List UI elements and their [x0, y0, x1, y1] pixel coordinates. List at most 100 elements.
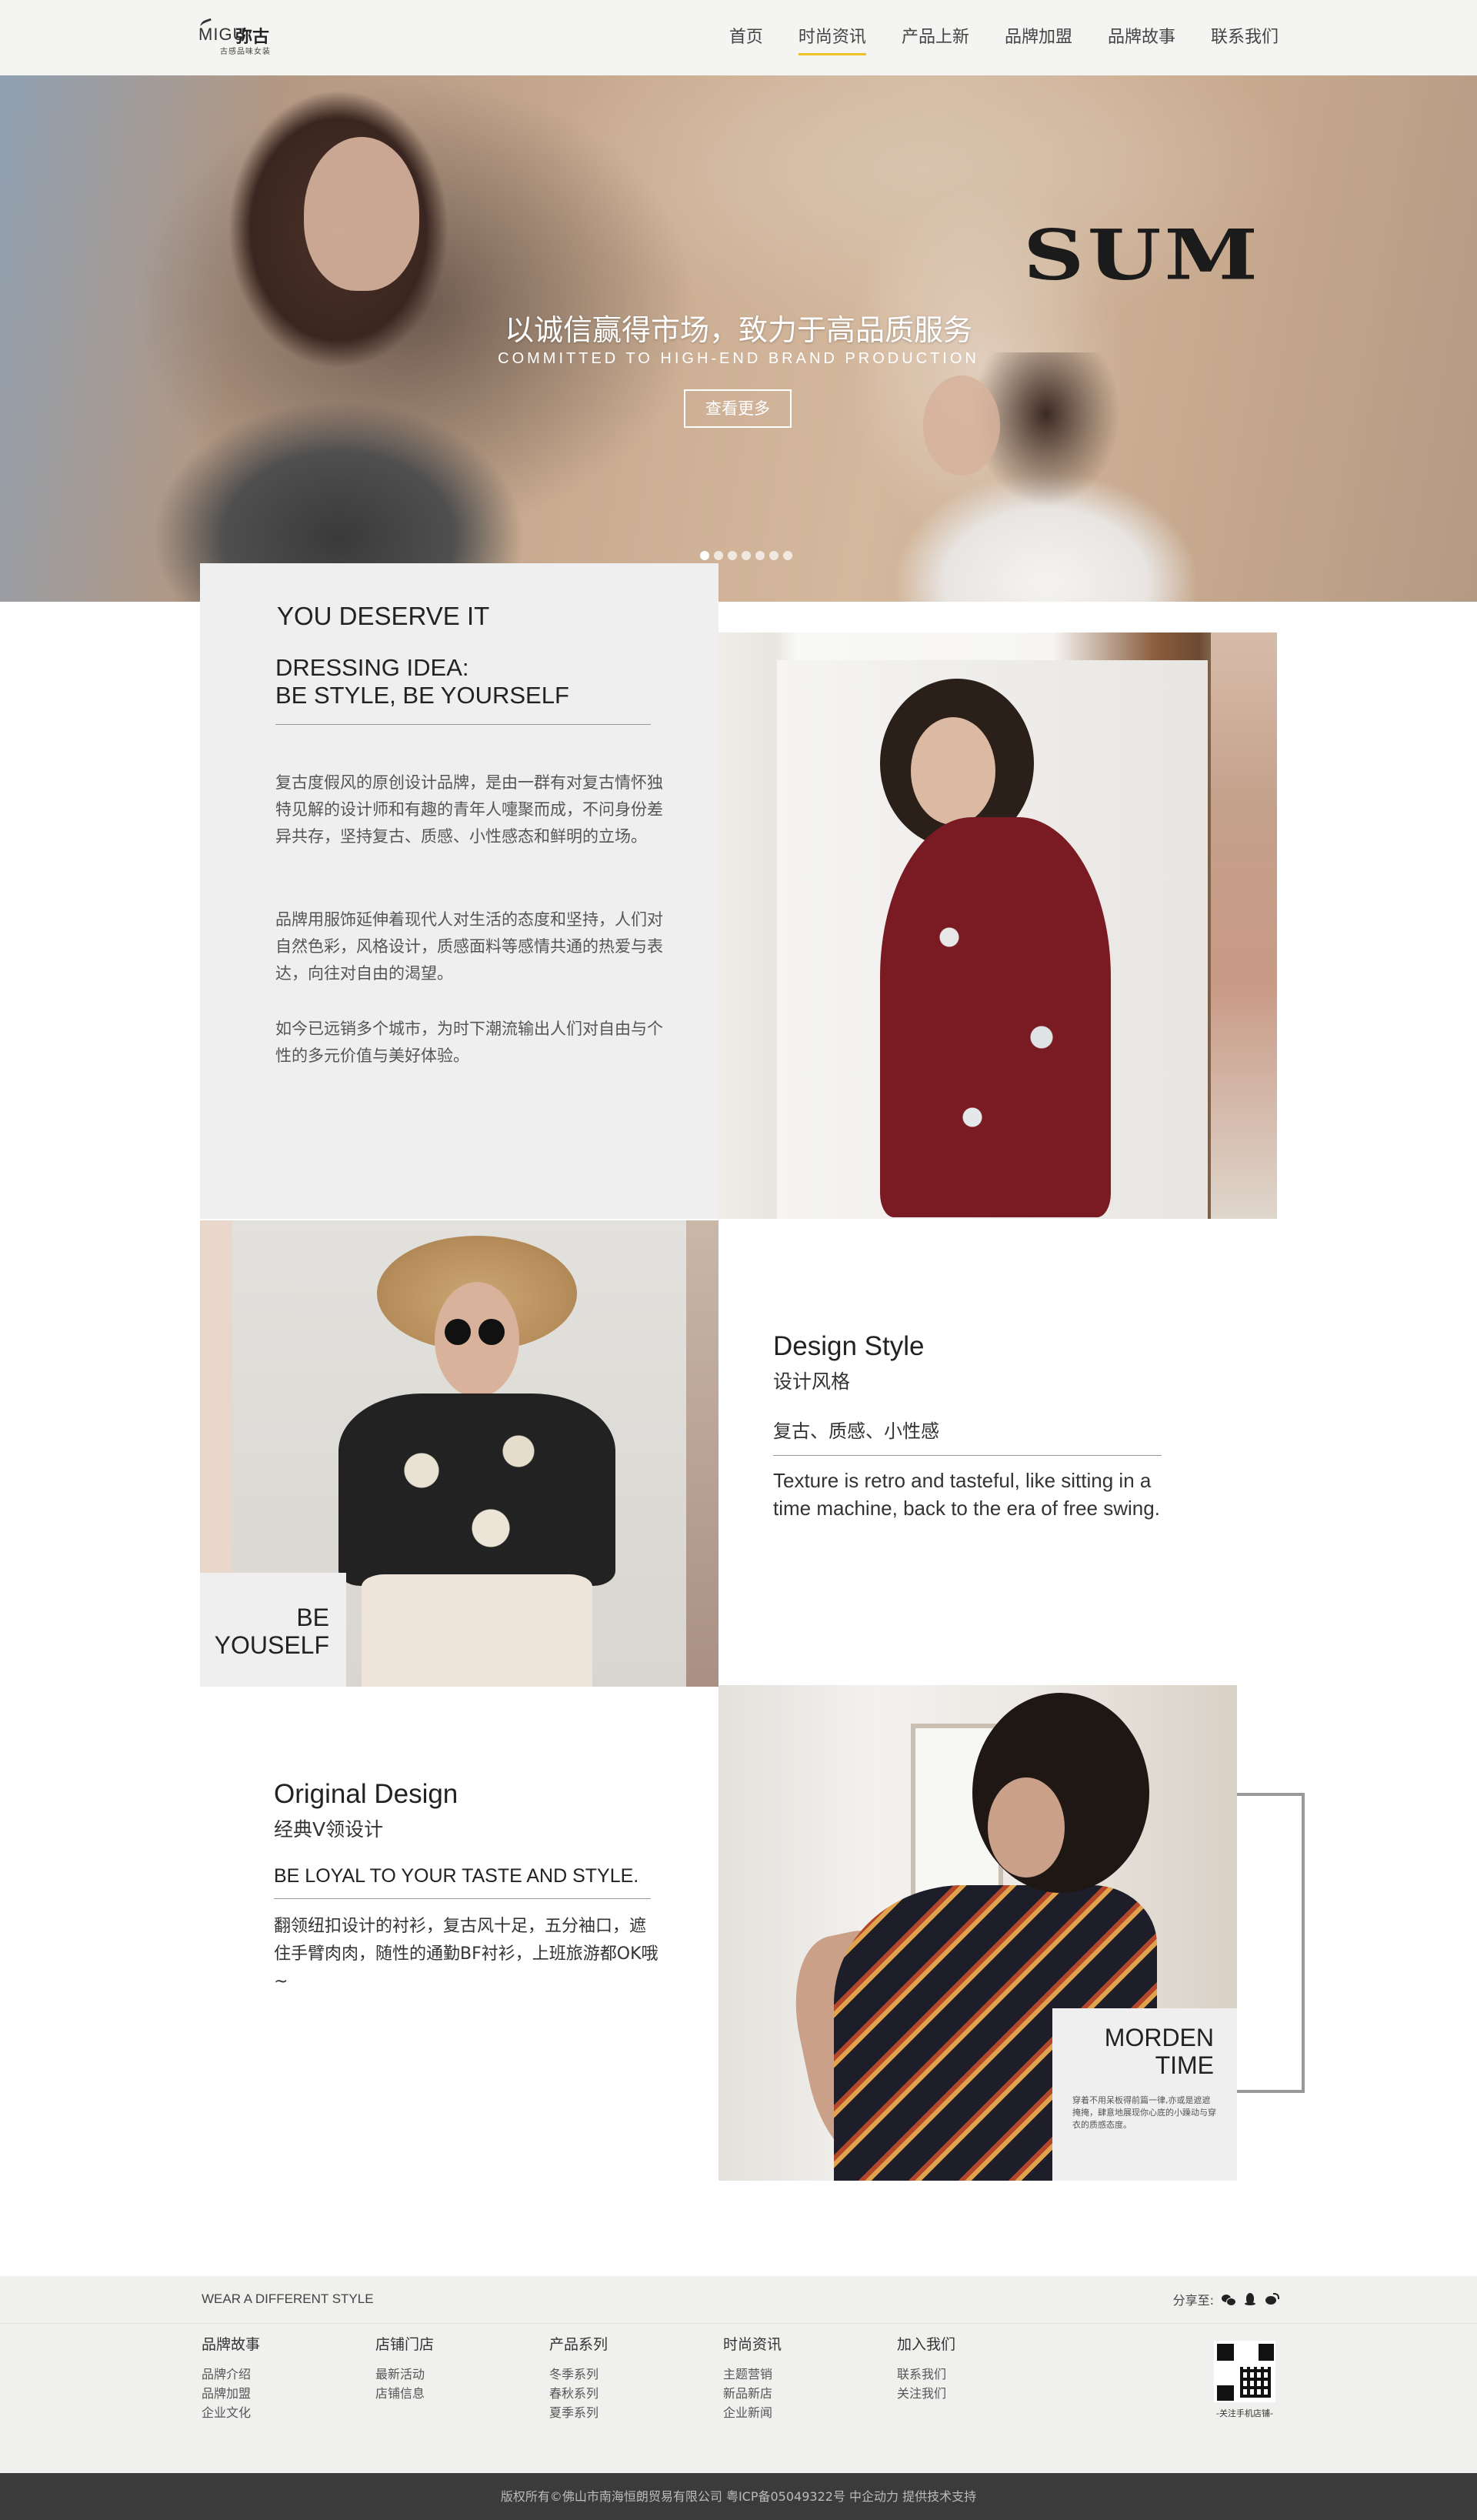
carousel-dot[interactable] — [742, 551, 751, 560]
footer-link[interactable]: 冬季系列 — [549, 2365, 703, 2384]
footer-link[interactable]: 关注我们 — [897, 2384, 1051, 2403]
morden-time-badge: MORDEN TIME 穿着不用呆板得前篇一律,亦或是遮遮掩掩，肆意地展现你心底… — [1052, 2008, 1237, 2181]
sunglasses-lens — [478, 1319, 505, 1345]
carousel-dot[interactable] — [714, 551, 723, 560]
divider — [773, 1455, 1162, 1456]
model-skirt — [362, 1574, 592, 1687]
model-face — [988, 1777, 1065, 1877]
footer-link[interactable]: 企业文化 — [202, 2403, 355, 2422]
sunglasses-lens — [445, 1319, 471, 1345]
intro-subheading: DRESSING IDEA: BE STYLE, BE YOURSELF — [275, 654, 569, 709]
site-header: MIGU 弥古 古感品味女装 首页 时尚资讯 产品上新 品牌加盟 品牌故事 联系… — [0, 0, 1477, 75]
model-shirt — [338, 1394, 615, 1586]
nav-item-contact[interactable]: 联系我们 — [1211, 0, 1279, 75]
original-design-text: 翻领纽扣设计的衬衫，复古风十足，五分袖口，遮住手臂肉肉，随性的通勤BF衬衫，上班… — [274, 1917, 658, 1991]
intro-heading: YOU DESERVE IT — [277, 602, 490, 630]
share-bar: 分享至: — [1173, 2290, 1279, 2308]
footer-column-products: 产品系列 冬季系列 春秋系列 夏季系列 — [549, 2333, 703, 2422]
hero-banner: SUM 以诚信赢得市场，致力于高品质服务 COMMITTED TO HIGH-E… — [0, 75, 1477, 602]
divider — [274, 1898, 651, 1899]
footer-link[interactable]: 品牌介绍 — [202, 2365, 355, 2384]
footer-slogan: WEAR A DIFFERENT STYLE — [202, 2291, 374, 2306]
design-style-text: Texture is retro and tasteful, like sitt… — [773, 1469, 1160, 1520]
footer-column-brand-story: 品牌故事 品牌介绍 品牌加盟 企业文化 — [202, 2333, 355, 2422]
model-face — [911, 717, 995, 825]
morden-time-line2: TIME — [1155, 2051, 1214, 2079]
carousel-dot[interactable] — [728, 551, 737, 560]
design-style-subheading: 设计风格 — [773, 1370, 851, 1393]
nav-item-fashion-news[interactable]: 时尚资讯 — [798, 0, 866, 75]
nav-item-home[interactable]: 首页 — [729, 0, 763, 75]
weibo-icon[interactable] — [1265, 2292, 1279, 2306]
intro-subheading-line1: DRESSING IDEA: — [275, 654, 469, 681]
footer-column-stores: 店铺门店 最新活动 店铺信息 — [375, 2333, 529, 2403]
intro-subheading-line2: BE STYLE, BE YOURSELF — [275, 682, 569, 709]
main-nav: 首页 时尚资讯 产品上新 品牌加盟 品牌故事 联系我们 — [694, 0, 1279, 75]
share-label: 分享至: — [1172, 2293, 1214, 2308]
be-yourself-line1: BE — [296, 1604, 329, 1631]
carousel-dot[interactable] — [769, 551, 779, 560]
footer-link[interactable]: 最新活动 — [375, 2365, 529, 2384]
hero-brand-text: SUM — [1023, 214, 1262, 295]
footer-link[interactable]: 店铺信息 — [375, 2384, 529, 2403]
footer-link[interactable]: 春秋系列 — [549, 2384, 703, 2403]
intro-paragraph-3: 如今已远销多个城市，为时下潮流输出人们对自由与个性的多元价值与美好体验。 — [275, 1020, 663, 1065]
hero-title: 以诚信赢得市场，致力于高品质服务 — [504, 313, 972, 347]
wechat-icon[interactable] — [1222, 2292, 1236, 2306]
footer-column-heading[interactable]: 品牌故事 — [202, 2333, 355, 2354]
carousel-dot[interactable] — [700, 551, 709, 560]
qr-code — [1214, 2341, 1275, 2402]
window-frame — [1211, 633, 1277, 1219]
nav-item-new-products[interactable]: 产品上新 — [902, 0, 969, 75]
carousel-dots — [700, 551, 792, 560]
footer-column-heading[interactable]: 产品系列 — [549, 2333, 703, 2354]
be-yourself-text: BE YOUSELF — [215, 1604, 329, 1659]
intro-panel: YOU DESERVE IT DRESSING IDEA: BE STYLE, … — [200, 563, 718, 1219]
hero-subtitle: COMMITTED TO HIGH-END BRAND PRODUCTION — [498, 350, 979, 367]
photo-red-floral-dress — [718, 633, 1277, 1219]
footer-column-heading[interactable]: 时尚资讯 — [723, 2333, 877, 2354]
footer-link[interactable]: 新品新店 — [723, 2384, 877, 2403]
morden-time-line1: MORDEN — [1104, 2024, 1214, 2051]
footer-link[interactable]: 主题营销 — [723, 2365, 877, 2384]
intro-paragraph-1: 复古度假风的原创设计品牌，是由一群有对复古情怀独特见解的设计师和有趣的青年人嚏聚… — [275, 773, 663, 846]
design-style-heading: Design Style — [773, 1331, 925, 1361]
footer-top-bar: WEAR A DIFFERENT STYLE 分享至: — [0, 2276, 1477, 2324]
footer-link[interactable]: 品牌加盟 — [202, 2384, 355, 2403]
hero-model-right-face — [923, 375, 1000, 476]
morden-time-text: 穿着不用呆板得前篇一律,亦或是遮遮掩掩，肆意地展现你心底的小躁动与穿衣的质感态度… — [1072, 2095, 1216, 2130]
design-style-keywords: 复古、质感、小性感 — [773, 1420, 939, 1442]
model-dress — [880, 817, 1111, 1217]
view-more-button[interactable]: 查看更多 — [684, 389, 792, 428]
footer-link[interactable]: 企业新闻 — [723, 2403, 877, 2422]
footer-link[interactable]: 联系我们 — [897, 2365, 1051, 2384]
nav-item-brand-story[interactable]: 品牌故事 — [1108, 0, 1175, 75]
nav-item-franchise[interactable]: 品牌加盟 — [1005, 0, 1072, 75]
be-yourself-badge: BE YOUSELF — [200, 1573, 346, 1687]
original-design-subheading: 经典V领设计 — [274, 1818, 384, 1841]
morden-time-title: MORDEN TIME — [1105, 2024, 1214, 2079]
original-design-block: Original Design 经典V领设计 BE LOYAL TO YOUR … — [274, 1779, 658, 1996]
original-design-tagline: BE LOYAL TO YOUR TASTE AND STYLE. — [274, 1865, 639, 1887]
hero-model-right — [885, 352, 1208, 602]
intro-paragraph-2: 品牌用服饰延伸着现代人对生活的态度和坚持，人们对自然色彩，风格设计，质感面料等感… — [275, 910, 663, 983]
design-style-block: Design Style 设计风格 复古、质感、小性感 Texture is r… — [773, 1331, 1173, 1522]
site-logo[interactable]: MIGU 弥古 古感品味女装 — [198, 18, 298, 60]
photo-side-strip — [686, 1220, 718, 1687]
logo-tagline: 古感品味女装 — [220, 48, 271, 56]
divider — [275, 724, 651, 725]
hero-model-left-face — [304, 137, 419, 291]
be-yourself-line2: YOUSELF — [214, 1631, 329, 1659]
carousel-dot[interactable] — [783, 551, 792, 560]
footer-link[interactable]: 夏季系列 — [549, 2403, 703, 2422]
qr-code-label: -关注手机店铺- — [1216, 2408, 1273, 2418]
original-design-heading: Original Design — [274, 1779, 458, 1809]
footer-column-heading[interactable]: 店铺门店 — [375, 2333, 529, 2354]
footer-links: 品牌故事 品牌介绍 品牌加盟 企业文化 店铺门店 最新活动 店铺信息 产品系列 … — [0, 2324, 1477, 2473]
footer-column-fashion-news: 时尚资讯 主题营销 新品新店 企业新闻 — [723, 2333, 877, 2422]
copyright-bar: 版权所有©佛山市南海恒朗贸易有限公司 粤ICP备05049322号 中企动力 提… — [0, 2473, 1477, 2520]
footer-column-join-us: 加入我们 联系我们 关注我们 — [897, 2333, 1051, 2403]
footer-column-heading[interactable]: 加入我们 — [897, 2333, 1051, 2354]
carousel-dot[interactable] — [755, 551, 765, 560]
qq-icon[interactable] — [1243, 2292, 1257, 2306]
